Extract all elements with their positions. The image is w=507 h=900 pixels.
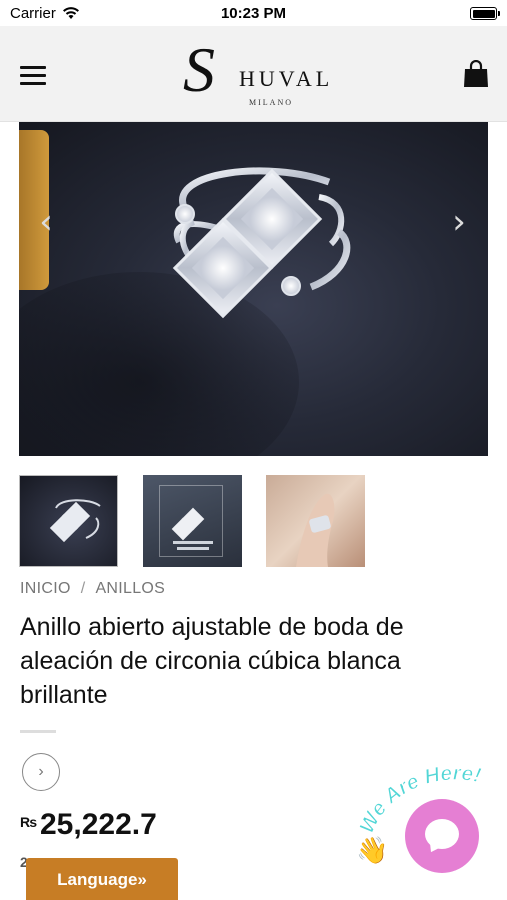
title-divider: [20, 730, 56, 733]
thumbnail-strip: [19, 475, 379, 567]
product-image-gallery[interactable]: ‹ ›: [19, 122, 488, 456]
logo-initial: S: [183, 34, 215, 105]
breadcrumb-separator: /: [80, 580, 86, 597]
breadcrumb: INICIO / ANILLOS: [20, 580, 165, 598]
thumbnail-3[interactable]: [266, 475, 365, 567]
logo-subtitle: MILANO: [249, 98, 293, 107]
shopping-bag-icon[interactable]: [463, 60, 489, 88]
ring-image: [172, 167, 351, 319]
site-header: S HUVAL MILANO: [0, 26, 507, 122]
previous-image-arrow[interactable]: ‹: [31, 202, 61, 242]
breadcrumb-category-link[interactable]: ANILLOS: [95, 580, 165, 597]
status-time: 10:23 PM: [220, 5, 287, 22]
shuval-logo[interactable]: S HUVAL MILANO: [183, 38, 334, 108]
chat-widget[interactable]: We Are Here! 👋: [350, 755, 507, 885]
chat-bubble-button[interactable]: [405, 799, 479, 873]
waving-hand-icon: 👋: [356, 835, 389, 865]
battery-icon: [470, 7, 500, 20]
thumbnail-2[interactable]: [143, 475, 242, 567]
breadcrumb-home-link[interactable]: INICIO: [20, 580, 71, 597]
price-amount: 25,222.7: [40, 808, 157, 841]
currency-symbol: ₨: [20, 814, 38, 830]
product-title: Anillo abierto ajustable de boda de alea…: [20, 613, 404, 709]
thumbnail-1[interactable]: [19, 475, 118, 567]
language-button[interactable]: Language»: [26, 858, 178, 900]
next-image-arrow[interactable]: ›: [444, 202, 474, 242]
logo-wordmark: HUVAL: [239, 66, 334, 91]
hamburger-menu-icon[interactable]: [20, 66, 46, 86]
chevron-right-icon[interactable]: ›: [22, 753, 60, 791]
status-bar: Carrier 10:23 PM: [0, 0, 507, 26]
